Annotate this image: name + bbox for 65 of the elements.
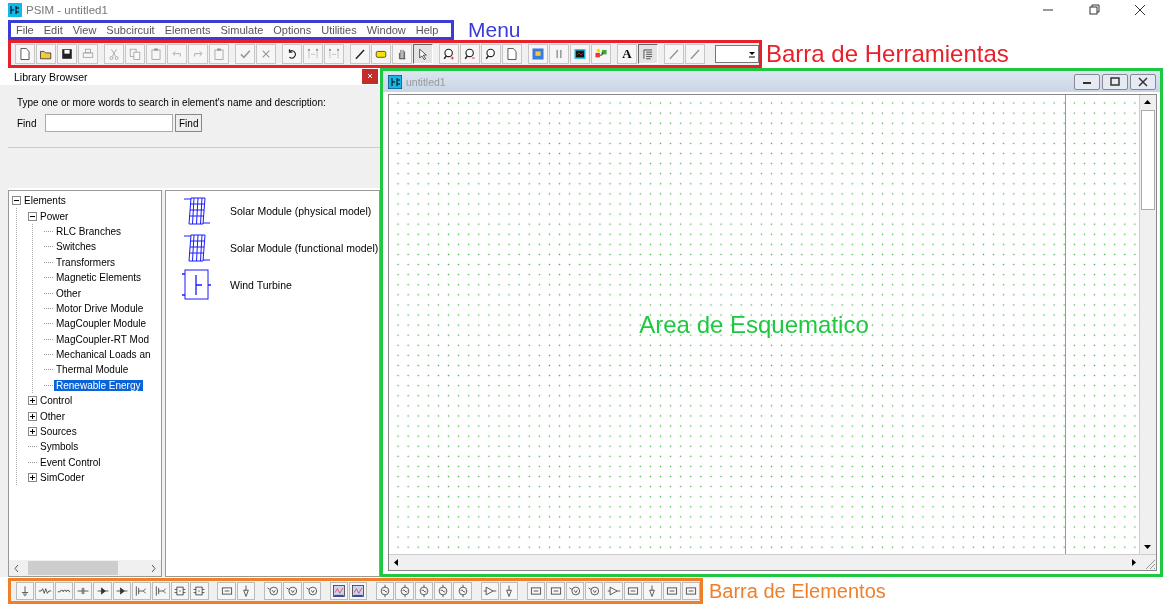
- tree-item[interactable]: Transformers: [54, 256, 118, 268]
- search-instructions: Type one or more words to search in element's name and description:: [17, 97, 327, 108]
- document-icon: [388, 74, 402, 89]
- maximize-icon[interactable]: [1102, 73, 1128, 90]
- tree-item[interactable]: Motor Drive Module: [54, 302, 146, 314]
- tree-item[interactable]: RLC Branches: [54, 225, 124, 237]
- app-icon: [8, 3, 22, 17]
- tree-item[interactable]: Symbols: [38, 441, 81, 453]
- menu-item[interactable]: File: [11, 24, 39, 36]
- tree-item[interactable]: Mechanical Loads an: [54, 349, 153, 361]
- menu-item[interactable]: Simulate: [215, 24, 269, 36]
- expand-icon[interactable]: [28, 396, 37, 406]
- element-label[interactable]: Wind Turbine: [230, 279, 292, 291]
- panel-title: Library Browser: [14, 70, 88, 83]
- tree-item[interactable]: Other: [54, 287, 83, 299]
- find-label: Find: [17, 117, 38, 129]
- collapse-icon[interactable]: [12, 196, 21, 206]
- window-title: PSIM - untitled1: [26, 4, 108, 16]
- tree-item[interactable]: Thermal Module: [54, 364, 131, 376]
- expand-icon[interactable]: [28, 411, 37, 421]
- menu-item[interactable]: Subcircuit: [101, 24, 160, 36]
- wind-turbine-icon[interactable]: [182, 269, 212, 301]
- scrollbar[interactable]: [389, 554, 1156, 570]
- menu-item[interactable]: Edit: [38, 24, 68, 36]
- collapse-icon[interactable]: [28, 211, 37, 221]
- element-label[interactable]: Solar Module (physical model): [230, 205, 372, 217]
- annotation-label: Area de Esquematico: [639, 310, 869, 339]
- annotation-label: Barra de Elementos: [709, 579, 886, 603]
- tree-item[interactable]: MagCoupler-RT Mod: [54, 333, 151, 345]
- menu-item[interactable]: Elements: [159, 24, 216, 36]
- scrollbar[interactable]: [1139, 95, 1156, 554]
- tree-item[interactable]: Control: [38, 395, 75, 407]
- element-label[interactable]: Solar Module (functional model): [230, 242, 379, 254]
- menu-item[interactable]: Utilities: [316, 24, 362, 36]
- minimize-icon[interactable]: [1074, 73, 1100, 90]
- tree-item[interactable]: Renewable Energy: [54, 379, 143, 391]
- tree-item[interactable]: MagCoupler Module: [54, 318, 149, 330]
- find-button[interactable]: Find: [175, 114, 203, 132]
- tree-item[interactable]: Sources: [38, 426, 79, 438]
- menu-item[interactable]: Help: [410, 24, 444, 36]
- expand-icon[interactable]: [28, 427, 37, 437]
- annotation-label: Menu: [468, 20, 521, 40]
- scroll-thumb[interactable]: [28, 561, 118, 575]
- expand-icon[interactable]: [28, 473, 37, 483]
- tree-item[interactable]: Event Control: [38, 456, 103, 468]
- solar-panel-icon[interactable]: [182, 195, 212, 227]
- dropdown[interactable]: [715, 45, 759, 63]
- menu-item[interactable]: Options: [268, 24, 317, 36]
- scroll-thumb[interactable]: [1141, 110, 1155, 210]
- tree-item[interactable]: SimCoder: [38, 472, 87, 484]
- scrollbar[interactable]: [9, 560, 161, 576]
- tree-item[interactable]: Other: [38, 410, 67, 422]
- tree-item[interactable]: Elements: [22, 195, 68, 207]
- annotation-label: Barra de Herramientas: [766, 41, 1009, 67]
- menu-item[interactable]: View: [67, 24, 102, 36]
- document-title: untitled1: [406, 75, 446, 88]
- menu-item[interactable]: Window: [361, 24, 411, 36]
- tree-item[interactable]: Power: [38, 210, 71, 222]
- solar-panel-icon[interactable]: [182, 232, 212, 264]
- close-icon[interactable]: [362, 69, 378, 84]
- tree-item[interactable]: Switches: [54, 241, 98, 253]
- find-field[interactable]: [45, 114, 173, 132]
- tree-item[interactable]: Magnetic Elements: [54, 272, 144, 284]
- toolbar-button[interactable]: A: [617, 44, 637, 64]
- close-icon[interactable]: [1130, 73, 1156, 90]
